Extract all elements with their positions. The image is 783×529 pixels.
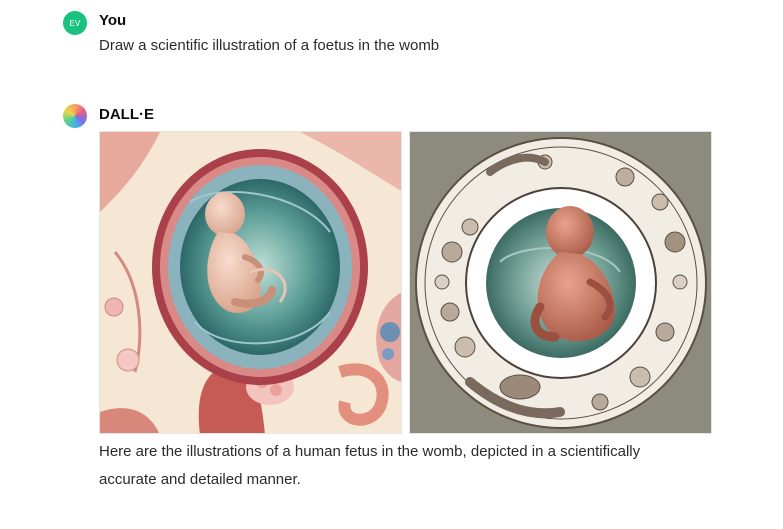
assistant-caption-line-1: Here are the illustrations of a human fe…	[99, 443, 641, 460]
foetus-womb-illustration-1-icon	[100, 132, 401, 433]
dalle-avatar-icon	[63, 104, 87, 128]
user-avatar-initials: EV	[69, 18, 81, 28]
user-avatar: EV	[63, 11, 87, 35]
foetus-womb-illustration-2-icon	[410, 132, 711, 433]
user-message: EV You Draw a scientific illustration of…	[63, 11, 743, 61]
user-message-text: Draw a scientific illustration of a foet…	[99, 37, 440, 54]
assistant-author-name: DALL·E	[99, 106, 154, 123]
assistant-caption-line-2: accurate and detailed manner.	[99, 471, 301, 488]
generated-image-1[interactable]	[99, 131, 402, 434]
generated-image-2[interactable]	[409, 131, 712, 434]
user-author-name: You	[99, 12, 127, 29]
